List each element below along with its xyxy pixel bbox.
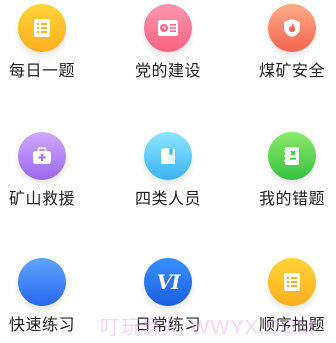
tile-party-building[interactable]: 党的建设 [112,4,224,104]
my-wrong-questions-icon [268,132,316,180]
tile-label: 我的错题 [258,189,325,208]
tile-daily-practice[interactable]: VI 日常练习 [112,258,224,343]
tile-daily-question[interactable]: 每日一题 [0,4,98,104]
tile-label: 四类人员 [134,189,201,208]
quick-practice-icon [18,258,66,306]
daily-practice-icon: VI [144,258,192,306]
feature-grid: 每日一题 党的建设 煤矿安全 矿山救援 四类人员 我的错题 快速练习 VI 日常… [0,0,336,343]
sequential-questions-icon [268,258,316,306]
four-categories-personnel-icon [144,132,192,180]
daily-practice-icon-text: VI [156,270,181,294]
tile-label: 煤矿安全 [258,61,325,80]
tile-coal-mine-safety[interactable]: 煤矿安全 [236,4,336,104]
daily-question-icon [18,4,66,52]
tile-label: 每日一题 [8,61,75,80]
coal-mine-safety-icon [268,4,316,52]
tile-label: 快速练习 [8,315,75,334]
tile-label: 日常练习 [134,315,201,334]
tile-four-categories-personnel[interactable]: 四类人员 [112,132,224,232]
tile-quick-practice[interactable]: 快速练习 [0,258,98,343]
tile-my-wrong-questions[interactable]: 我的错题 [236,132,336,232]
tile-label: 顺序抽题 [258,315,325,334]
tile-mine-rescue[interactable]: 矿山救援 [0,132,98,232]
tile-sequential-questions[interactable]: 顺序抽题 [236,258,336,343]
tile-label: 党的建设 [134,61,201,80]
party-building-icon [144,4,192,52]
tile-label: 矿山救援 [8,189,75,208]
mine-rescue-icon [18,132,66,180]
